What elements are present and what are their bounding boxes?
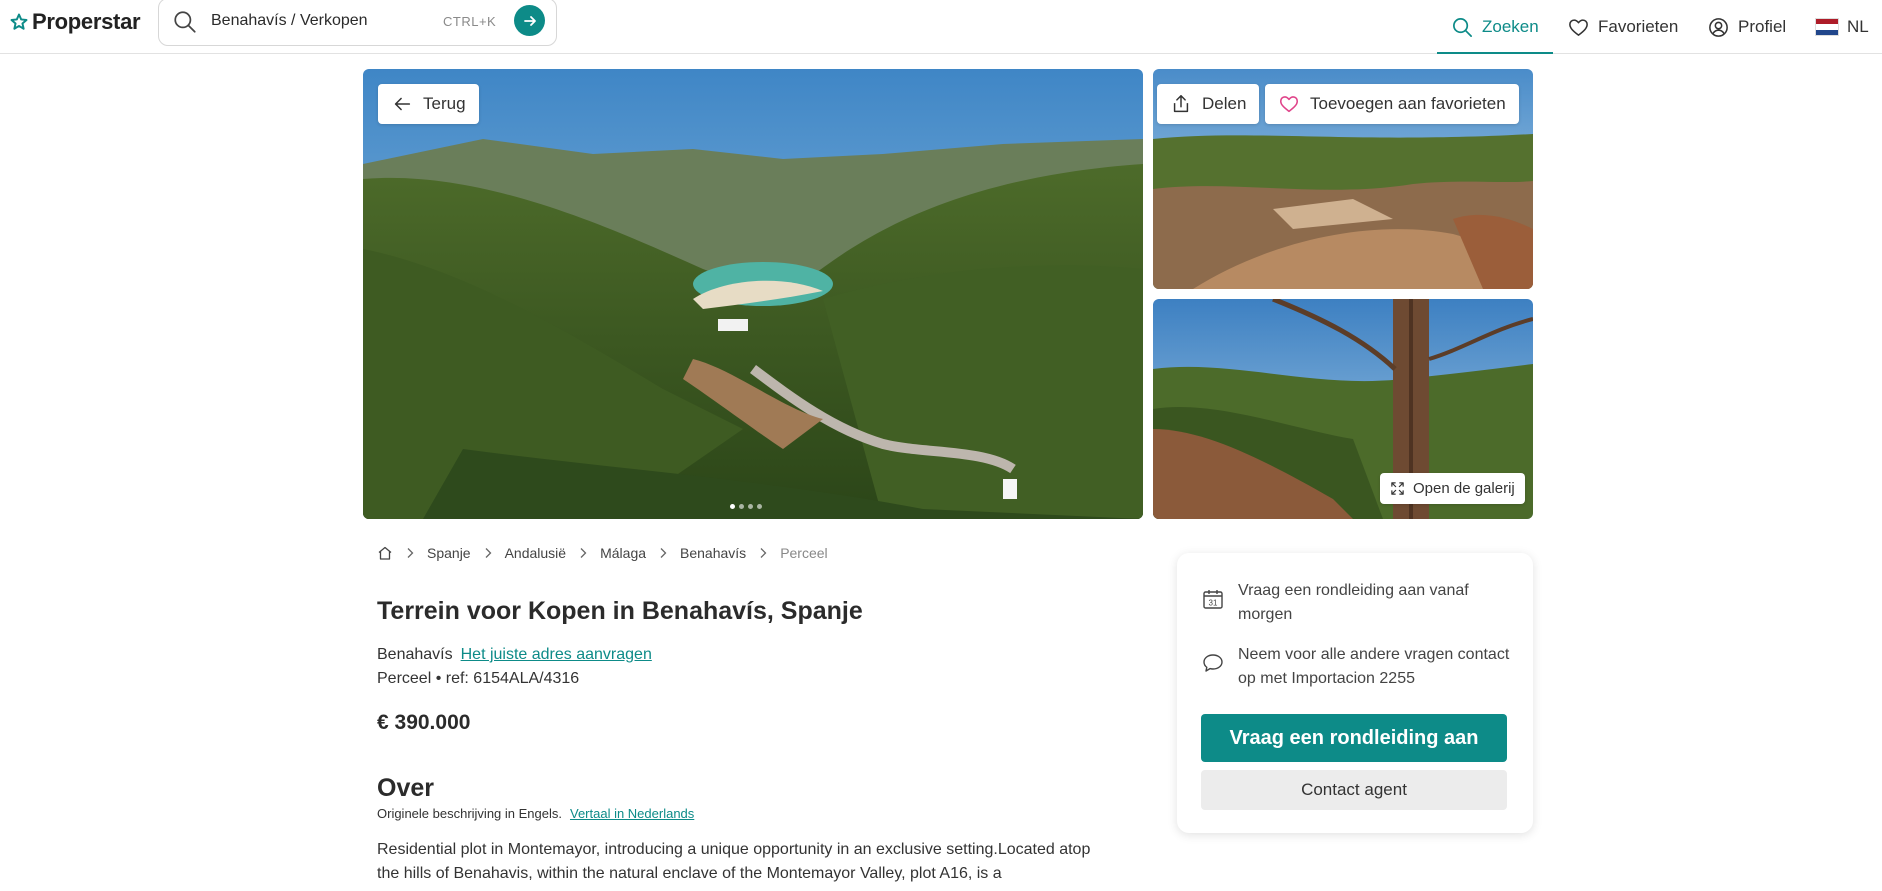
search-shortcut-hint: CTRL+K [443,14,497,29]
breadcrumb: Spanje Andalusië Málaga Benahavís Percee… [377,545,828,561]
breadcrumb-item-andalusie[interactable]: Andalusië [505,545,567,561]
translate-link[interactable]: Vertaal in Nederlands [570,806,694,821]
search-submit-button[interactable] [514,5,545,36]
breadcrumb-item-benahavis[interactable]: Benahavís [680,545,746,561]
nav-zoeken-label: Zoeken [1482,17,1539,36]
user-circle-icon [1709,17,1728,37]
heart-icon [1569,18,1588,36]
back-button[interactable]: Terug [378,84,479,124]
valley-landscape-photo [363,69,1143,519]
search-bar[interactable]: CTRL+K [158,0,557,46]
original-language-note: Originele beschrijving in Engels. [377,806,562,821]
back-button-label: Terug [423,94,466,113]
listing-title: Terrein voor Kopen in Benahavís, Spanje [377,597,863,625]
language-selector[interactable]: NL [1815,0,1869,54]
carousel-dot[interactable] [730,504,735,509]
contact-info-text: Neem voor alle andere vragen contact op … [1238,646,1510,687]
arrow-left-icon [394,97,411,111]
listing-type-ref: Perceel • ref: 6154ALA/4316 [377,670,580,687]
nav-profiel[interactable]: Profiel [1707,0,1786,54]
address-line: Benahavís Het juiste adres aanvragen [377,646,652,664]
share-icon [1173,95,1189,113]
chevron-right-icon [580,548,587,558]
chevron-right-icon [760,548,767,558]
properstar-logo[interactable]: Properstar [10,9,141,35]
open-gallery-label: Open de galerij [1413,480,1515,497]
language-label: NL [1847,17,1869,36]
breadcrumb-current: Perceel [780,545,828,561]
arrow-right-icon [523,15,536,26]
add-to-favorites-button[interactable]: Toevoegen aan favorieten [1265,84,1519,124]
chevron-right-icon [407,548,414,558]
about-meta: Originele beschrijving in Engels. Vertaa… [377,806,694,821]
request-address-link[interactable]: Het juiste adres aanvragen [461,646,652,664]
request-tour-button[interactable]: Vraag een rondleiding aan [1201,714,1507,762]
chat-bubble-icon [1203,654,1223,672]
breadcrumb-item-spanje[interactable]: Spanje [427,545,471,561]
contact-agent-button[interactable]: Contact agent [1201,770,1507,810]
tour-info-row: 31 Vraag een rondleiding aan vanaf morge… [1201,579,1511,627]
logo-text: Properstar [32,9,141,34]
add-to-favorites-label: Toevoegen aan favorieten [1310,94,1506,113]
carousel-dot[interactable] [757,504,762,509]
contact-card: 31 Vraag een rondleiding aan vanaf morge… [1177,553,1533,833]
share-button[interactable]: Delen [1157,84,1260,124]
active-tab-indicator [1437,52,1553,54]
calendar-icon: 31 [1203,590,1223,609]
nav-profiel-label: Profiel [1738,17,1787,36]
home-icon[interactable] [377,545,393,561]
about-description: Residential plot in Montemayor, introduc… [377,841,1091,882]
listing-location: Benahavís [377,646,453,663]
chevron-right-icon [660,548,667,558]
heart-icon [1279,96,1299,113]
about-heading: Over [377,774,434,802]
carousel-dot[interactable] [739,504,744,509]
nav-favorieten[interactable]: Favorieten [1567,0,1678,54]
share-button-label: Delen [1202,94,1247,113]
search-input[interactable] [211,12,431,30]
contact-info-row: Neem voor alle andere vragen contact op … [1201,643,1511,691]
search-icon [1453,17,1472,37]
listing-price: € 390.000 [377,711,471,734]
carousel-dots [730,504,762,509]
star-logo-icon [10,13,28,30]
carousel-dot[interactable] [748,504,753,509]
expand-icon [1391,482,1404,495]
chevron-right-icon [485,548,492,558]
nav-zoeken[interactable]: Zoeken [1451,0,1539,54]
open-gallery-button[interactable]: Open de galerij [1380,473,1525,504]
top-header: Properstar CTRL+K Zoeken Favorieten [0,0,1882,54]
netherlands-flag-icon [1815,18,1839,36]
search-icon [174,11,196,33]
breadcrumb-item-malaga[interactable]: Málaga [600,545,646,561]
calendar-day: 31 [1209,599,1218,608]
nav-favorieten-label: Favorieten [1598,17,1679,36]
main-photo[interactable] [363,69,1143,519]
tour-info-text: Vraag een rondleiding aan vanaf morgen [1238,582,1469,623]
